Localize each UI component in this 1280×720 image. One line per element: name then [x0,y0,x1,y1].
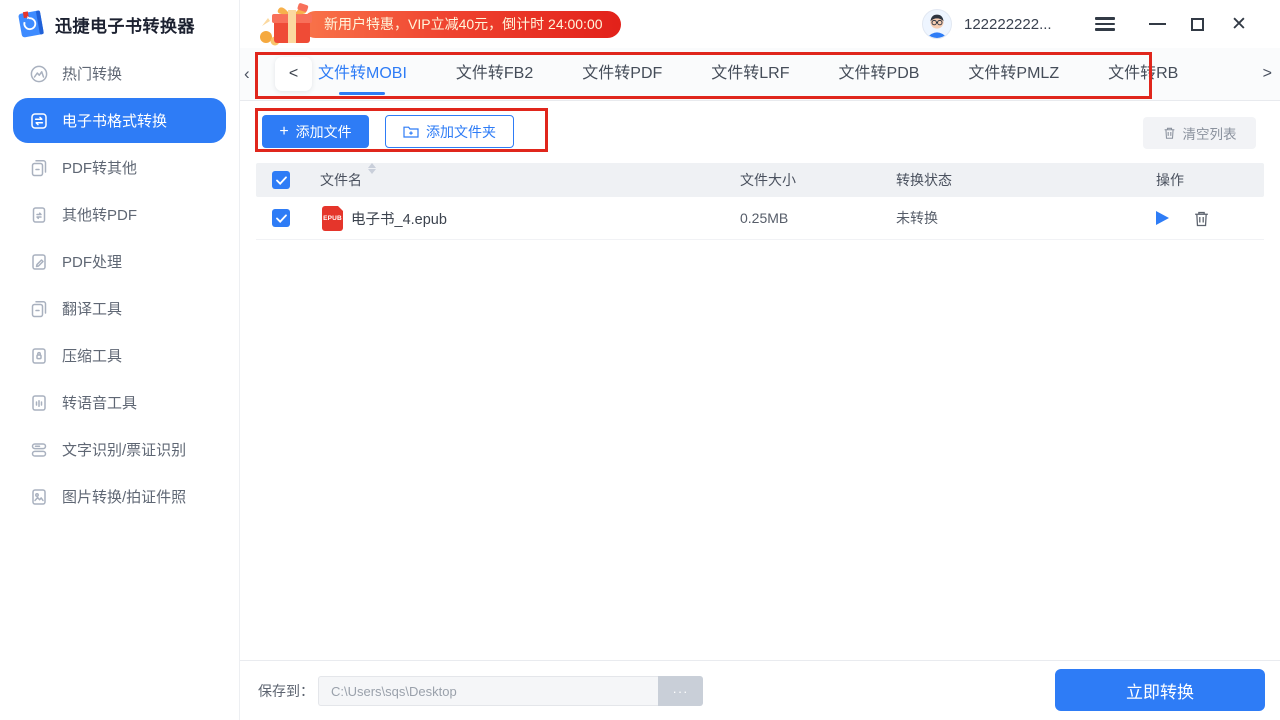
format-tabbar: ‹ < 文件转MOBI 文件转FB2 文件转PDF 文件转LRF 文件转PDB 文件转PM… [240,48,1280,101]
convert-now-button[interactable]: 立即转换 [1055,669,1265,711]
save-to-label: 保存到： [258,661,314,720]
close-button[interactable]: ✕ [1222,0,1256,48]
table-header: 文件名 文件大小 转换状态 操作 [256,163,1264,197]
browse-button[interactable]: ··· [658,676,703,706]
translate-icon [29,299,49,319]
folder-plus-icon [403,125,419,138]
audio-tool-icon [29,393,49,413]
save-path-input[interactable] [318,676,658,706]
sidebar-menu: 热门转换电子书格式转换 PDF转其他其他转PDF PDF处理翻译工具压缩工具转语音工… [0,50,239,520]
pdf-process-icon [29,252,49,272]
maximize-button[interactable] [1180,0,1214,48]
header-filename[interactable]: 文件名 [320,163,362,197]
sidebar-item-label: PDF处理 [62,251,122,272]
close-icon: ✕ [1231,15,1247,34]
gift-icon [258,2,314,46]
header-actions: 操作 [1156,163,1184,197]
sidebar-item-other-to-pdf[interactable]: 其他转PDF [0,191,239,238]
conversion-status: 未转换 [896,197,938,240]
menu-button[interactable] [1088,0,1122,48]
plus-icon: + [279,124,288,140]
delete-row-icon[interactable] [1193,210,1210,227]
tabs-scroll-right-icon[interactable]: > [1263,48,1272,100]
app-window: 迅捷电子书转换器 热门转换电子书格式转换 PDF转其他其他转PDF PDF处理翻译工… [0,0,1280,720]
ebook-convert-icon [29,111,49,131]
photo-tool-icon [29,487,49,507]
sidebar-item-label: 转语音工具 [62,392,137,413]
tab-fb2[interactable]: 文件转FB2 [456,48,533,100]
sidebar-item-ocr[interactable]: 文字识别/票证识别 [0,426,239,473]
add-file-button[interactable]: + 添加文件 [262,115,369,148]
compress-icon [29,346,49,366]
minimize-button[interactable] [1140,0,1174,48]
file-name: 电子书_4.epub [351,208,447,229]
footer-bar: 保存到： ··· 立即转换 [240,660,1280,720]
header-filesize: 文件大小 [740,163,796,197]
select-all-checkbox[interactable] [272,171,290,189]
epub-file-icon: EPUB [322,206,343,231]
user-account[interactable]: 122222222... [922,0,1052,48]
sidebar-item-label: 文字识别/票证识别 [62,439,186,460]
add-folder-button[interactable]: 添加文件夹 [385,115,514,148]
promo-banner-text: 新用户特惠，VIP立减40元，倒计时 24:00:00 [302,11,621,38]
sidebar-item-translate[interactable]: 翻译工具 [0,285,239,332]
start-convert-icon[interactable] [1156,211,1169,225]
sidebar-item-label: PDF转其他 [62,157,137,178]
clear-list-label: 清空列表 [1183,123,1237,143]
pdf-to-other-icon [29,158,49,178]
hamburger-icon [1095,14,1115,34]
sidebar-item-label: 其他转PDF [62,204,137,225]
tab-pmlz[interactable]: 文件转PMLZ [968,48,1059,100]
hot-convert-icon [29,64,49,84]
app-logo-row: 迅捷电子书转换器 [0,0,239,48]
maximize-icon [1191,18,1204,31]
tab-rb[interactable]: 文件转RB [1108,48,1178,100]
minimize-icon [1149,23,1166,25]
app-logo-icon [13,8,49,40]
tab-lrf[interactable]: 文件转LRF [711,48,789,100]
sidebar-item-label: 热门转换 [62,63,122,84]
user-avatar-icon [922,9,952,39]
sidebar-item-label: 翻译工具 [62,298,122,319]
tab-pdb[interactable]: 文件转PDB [839,48,920,100]
ocr-icon [29,440,49,460]
trash-icon [1163,126,1176,140]
sidebar-item-compress[interactable]: 压缩工具 [0,332,239,379]
table-row: EPUB 电子书_4.epub 0.25MB 未转换 [256,197,1264,240]
header-status: 转换状态 [896,163,952,197]
tab-pdf[interactable]: 文件转PDF [582,48,662,100]
sidebar-item-ebook-convert[interactable]: 电子书格式转换 [13,98,226,143]
add-file-label: 添加文件 [296,122,352,142]
sidebar-item-pdf-process[interactable]: PDF处理 [0,238,239,285]
sidebar: 迅捷电子书转换器 热门转换电子书格式转换 PDF转其他其他转PDF PDF处理翻译工… [0,0,240,720]
row-checkbox[interactable] [272,209,290,227]
promo-banner[interactable]: 新用户特惠，VIP立减40元，倒计时 24:00:00 [258,2,621,46]
add-folder-label: 添加文件夹 [426,122,496,142]
app-title: 迅捷电子书转换器 [55,12,195,37]
sidebar-item-photo-tool[interactable]: 图片转换/拍证件照 [0,473,239,520]
file-cell: EPUB 电子书_4.epub [322,197,447,240]
clear-list-button[interactable]: 清空列表 [1143,117,1256,149]
sidebar-item-label: 电子书格式转换 [62,110,167,131]
user-id: 122222222... [964,16,1052,33]
tabs-back-button[interactable]: < [275,57,312,91]
sidebar-item-audio-tool[interactable]: 转语音工具 [0,379,239,426]
tabs-scroll-left-icon[interactable]: ‹ [244,48,250,100]
sort-icon[interactable] [368,163,376,174]
format-tabs: 文件转MOBI 文件转FB2 文件转PDF 文件转LRF 文件转PDB 文件转PMLZ 文件… [318,48,1178,100]
titlebar: 新用户特惠，VIP立减40元，倒计时 24:00:00 122222222... [240,0,1280,48]
sidebar-item-hot-convert[interactable]: 热门转换 [0,50,239,97]
sidebar-item-label: 压缩工具 [62,345,122,366]
sidebar-item-label: 图片转换/拍证件照 [62,486,186,507]
other-to-pdf-icon [29,205,49,225]
tab-mobi[interactable]: 文件转MOBI [318,48,407,100]
file-size: 0.25MB [740,197,788,240]
sidebar-item-pdf-to-other[interactable]: PDF转其他 [0,144,239,191]
